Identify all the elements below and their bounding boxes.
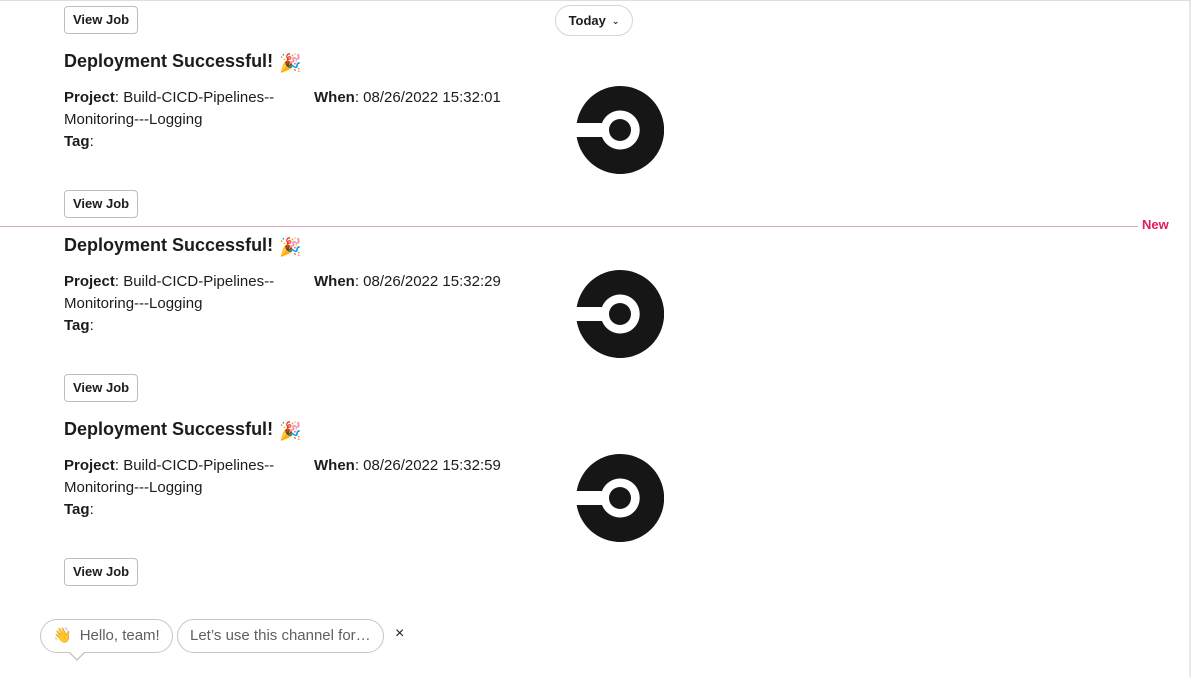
view-job-button[interactable]: View Job (64, 190, 139, 218)
message-title-text: Deployment Successful! (64, 419, 274, 439)
tooltip-caret-fill (69, 651, 85, 659)
message-title-text: Deployment Successful! (64, 235, 274, 255)
tag-field: Tag: (64, 317, 94, 334)
view-job-button[interactable]: View Job (64, 6, 139, 34)
message-pane: View Job Today ⌄ Deployment Successful! 🎉 … (0, 0, 1191, 677)
suggestion-channel-label: Let’s use this channel for… (190, 627, 371, 644)
project-field: Project: Build-CICD-Pipelines--Monitorin… (64, 89, 275, 128)
date-divider-label: Today (568, 13, 606, 28)
tag-label: Tag (64, 317, 90, 334)
chevron-down-icon: ⌄ (611, 16, 620, 26)
when-field: When: 08/26/2022 15:32:01 (314, 89, 501, 106)
when-value: 08/26/2022 15:32:29 (363, 273, 501, 290)
tag-label: Tag (64, 133, 90, 150)
when-value: 08/26/2022 15:32:59 (363, 457, 501, 474)
project-label: Project (64, 273, 115, 290)
message-title-text: Deployment Successful! (64, 51, 274, 71)
when-label: When (314, 457, 355, 474)
when-label: When (314, 273, 355, 290)
when-label: When (314, 89, 355, 106)
party-popper-icon: 🎉 (279, 421, 302, 441)
view-job-button[interactable]: View Job (64, 558, 139, 586)
circleci-logo-icon (576, 454, 664, 542)
suggestion-hello-label: Hello, team! (79, 627, 160, 644)
tag-field: Tag: (64, 133, 94, 150)
circleci-logo-icon (576, 86, 664, 174)
party-popper-icon: 🎉 (279, 237, 302, 257)
new-messages-divider (0, 226, 1138, 227)
tag-field: Tag: (64, 501, 94, 518)
close-icon[interactable]: × (395, 625, 404, 643)
message-title: Deployment Successful! 🎉 (64, 235, 301, 258)
suggestion-channel-purpose[interactable]: Let’s use this channel for… (177, 619, 384, 653)
tag-label: Tag (64, 501, 90, 518)
when-field: When: 08/26/2022 15:32:59 (314, 457, 501, 474)
project-field: Project: Build-CICD-Pipelines--Monitorin… (64, 273, 275, 312)
project-label: Project (64, 89, 115, 106)
suggestion-hello-team[interactable]: 👋 Hello, team! (40, 619, 173, 653)
when-value: 08/26/2022 15:32:01 (363, 89, 501, 106)
party-popper-icon: 🎉 (279, 53, 302, 73)
when-field: When: 08/26/2022 15:32:29 (314, 273, 501, 290)
waving-hand-icon: 👋 (53, 627, 72, 644)
circleci-logo-icon (576, 270, 664, 358)
date-divider-pill[interactable]: Today ⌄ (555, 5, 633, 36)
new-messages-label: New (1142, 217, 1169, 232)
message-title: Deployment Successful! 🎉 (64, 419, 301, 442)
message-title: Deployment Successful! 🎉 (64, 51, 301, 74)
project-label: Project (64, 457, 115, 474)
view-job-button[interactable]: View Job (64, 374, 139, 402)
project-field: Project: Build-CICD-Pipelines--Monitorin… (64, 457, 275, 496)
